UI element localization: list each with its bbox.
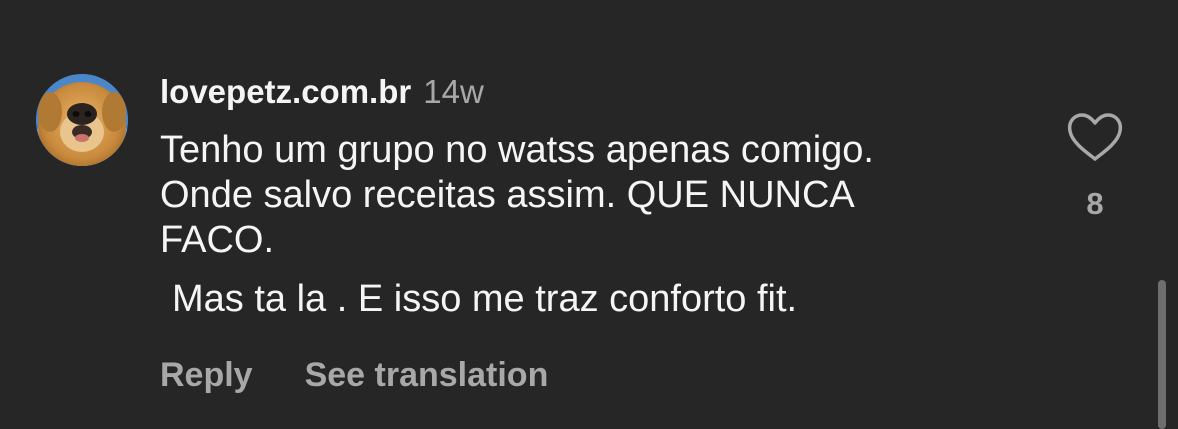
avatar[interactable] xyxy=(36,74,128,166)
timestamp: 14w xyxy=(423,73,484,110)
comment-actions: Reply See translation xyxy=(160,352,548,398)
see-translation-button[interactable]: See translation xyxy=(305,352,549,398)
scrollbar[interactable] xyxy=(1158,280,1166,429)
comment-second-paragraph: Mas ta la . E isso me traz conforto fit. xyxy=(172,278,798,320)
comment-header: lovepetz.com.br 14w xyxy=(160,70,484,114)
comment-line: Tenho um grupo no watss apenas comigo. xyxy=(160,129,874,171)
heart-outline-icon xyxy=(1067,113,1123,161)
dog-photo-icon xyxy=(36,74,128,166)
comment-item: lovepetz.com.br 14w Tenho um grupo no wa… xyxy=(0,0,1178,429)
like-count: 8 xyxy=(1086,186,1104,221)
reply-button[interactable]: Reply xyxy=(160,352,253,398)
comment-line: FACO. xyxy=(160,219,275,261)
comment-line: Onde salvo receitas assim. QUE NUNCA xyxy=(160,174,855,216)
like-button[interactable] xyxy=(1066,112,1124,164)
username-link[interactable]: lovepetz.com.br xyxy=(160,70,411,114)
comment-text: Tenho um grupo no watss apenas comigo. O… xyxy=(160,128,1020,322)
